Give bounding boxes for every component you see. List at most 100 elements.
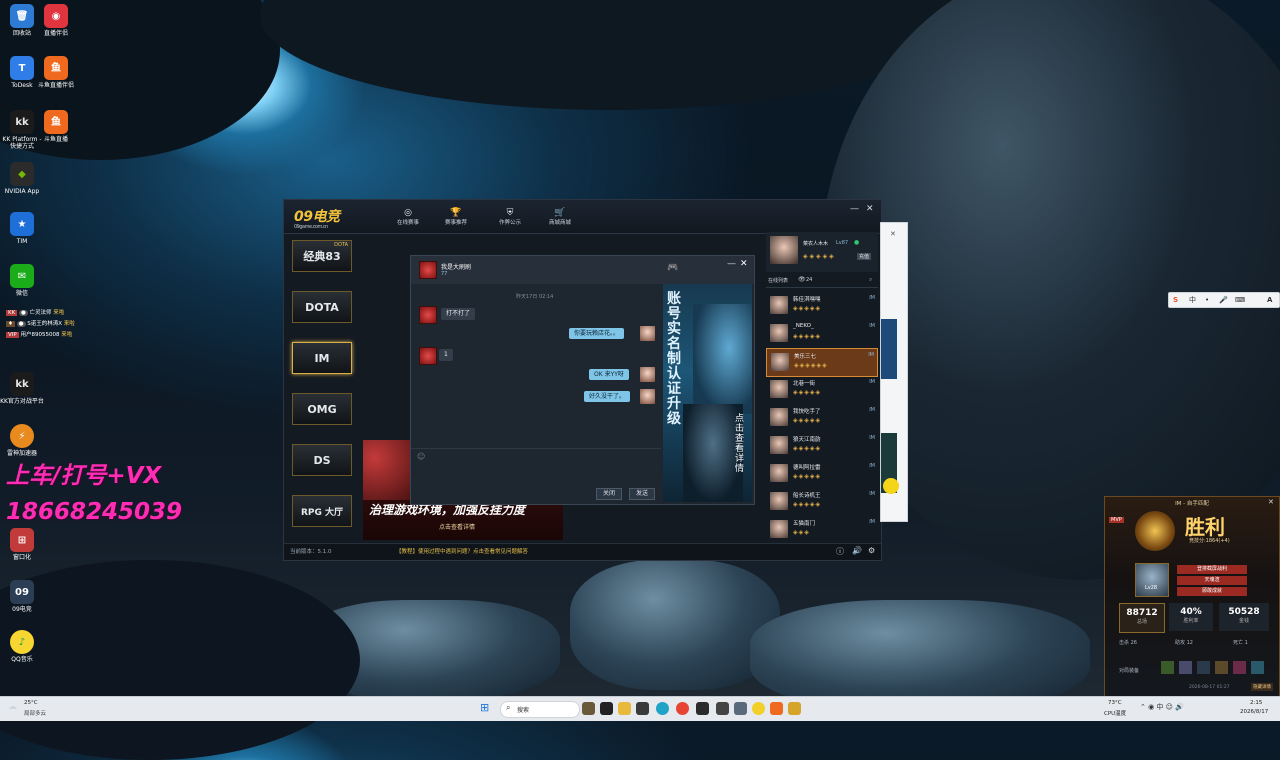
friend-row[interactable]: 北巷一街 ◈◈◈◈◈ IM <box>766 376 878 403</box>
clock-time[interactable]: 2:15 <box>1250 700 1262 706</box>
desktop-icon-qqmusic[interactable]: ♪ QQ音乐 <box>0 630 44 663</box>
ai-icon[interactable]: A <box>1267 293 1272 307</box>
search-icon[interactable]: ⌕ <box>869 276 872 284</box>
item-icon <box>1215 661 1228 674</box>
friend-row-selected[interactable]: 美乐三七 ◈◈◈◈◈◈ IM <box>766 348 878 377</box>
file-explorer-icon[interactable] <box>618 702 631 715</box>
settings-icon[interactable]: ⚙ <box>868 546 875 555</box>
emoji-icon[interactable]: ☺ <box>417 452 425 461</box>
nav-cheat-notice[interactable]: ⛨ 作弊公示 <box>490 208 530 226</box>
send-button[interactable]: 发送 <box>629 488 656 500</box>
online-status-icon: ● <box>854 239 860 246</box>
taskbar-app-icon[interactable] <box>582 702 595 715</box>
message-avatar <box>640 326 655 341</box>
friend-badges: ◈◈◈◈◈ <box>793 389 822 396</box>
nav-event-recommend[interactable]: 🏆 赛事推荐 <box>436 208 476 226</box>
avatar <box>770 464 788 482</box>
match-date: 2026-08-17 01:27 <box>1189 685 1230 690</box>
close-icon[interactable]: ✕ <box>1268 498 1274 506</box>
nav-shop[interactable]: 🛒 商城商城 <box>540 208 580 226</box>
ime-chinese-toggle[interactable]: 中 <box>1189 293 1196 307</box>
chat-close-icon[interactable]: ✕ <box>740 259 748 269</box>
tim-icon: ★ <box>10 212 34 236</box>
desktop-icon-tim[interactable]: ★ TIM <box>0 212 44 245</box>
desktop-icon-wechat[interactable]: ✉ 微信 <box>0 264 44 297</box>
taskbar-app-icon[interactable] <box>752 702 765 715</box>
chrome-icon[interactable] <box>676 702 689 715</box>
item-icon <box>1161 661 1174 674</box>
item-icon <box>1179 661 1192 674</box>
taskbar: ☁ 25°C 局部多云 ⊞ ⌕ 搜索 73°C CPU温度 ⌃ ◉ 中 ☺ 🔊 … <box>0 696 1280 721</box>
friend-row[interactable]: 五猫南门 ◈◈◈ IM <box>766 516 878 543</box>
user-avatar[interactable] <box>770 236 798 264</box>
message-bubble-left: 1 <box>439 349 453 361</box>
desktop-icon-douyu-companion[interactable]: 鱼斗鱼直播伴侣 <box>34 56 78 89</box>
hide-details-button[interactable]: 隐藏详情 <box>1251 683 1273 691</box>
game-button-dota[interactable]: DOTA <box>292 291 352 323</box>
close-icon[interactable]: ✕ <box>890 230 896 238</box>
background-window-edge: ✕ <box>880 222 908 522</box>
game-button-rpg[interactable]: RPG 大厅 <box>292 495 352 527</box>
ime-toolbar[interactable]: S 中 • 🎤 ⌨ A <box>1168 292 1280 308</box>
friend-row[interactable]: 我快吃手了 ◈◈◈◈◈ IM <box>766 404 878 431</box>
item-icon <box>1197 661 1210 674</box>
gamepad-icon[interactable]: 🎮 <box>667 263 678 273</box>
douyu-taskbar-icon[interactable] <box>770 702 783 715</box>
action-button[interactable]: 登排截屏战利 <box>1177 565 1247 574</box>
game-button-classic83[interactable]: DOTA 经典83 <box>292 240 352 272</box>
start-icon[interactable]: ⊞ <box>480 701 489 714</box>
close-button[interactable]: 关闭 <box>596 488 623 500</box>
sogou-icon[interactable]: S <box>1173 293 1178 307</box>
friend-row[interactable]: 德叫阿拉雷 ◈◈◈◈◈ IM <box>766 460 878 487</box>
action-button[interactable]: 天魂渲 <box>1177 576 1247 585</box>
friend-row[interactable]: 狼天江南韵 ◈◈◈◈◈ IM <box>766 432 878 459</box>
edge-icon[interactable] <box>656 702 669 715</box>
weather-icon: ☁ <box>8 702 17 712</box>
taskbar-app-icon[interactable] <box>716 702 729 715</box>
friend-row[interactable]: 韩佳淇嘿嘿 ◈◈◈◈◈ IM <box>766 292 878 319</box>
ime-punctuation-icon[interactable]: • <box>1205 293 1209 307</box>
chat-side-ad[interactable]: 账号实名制认证升级 点击查看详情 <box>663 284 752 502</box>
friend-badges: ◈◈◈◈◈ <box>793 333 822 340</box>
trophy-icon: 🏆 <box>450 208 462 218</box>
desktop-icon-09game[interactable]: 09 09电竞 <box>0 580 44 613</box>
minimize-icon[interactable]: — <box>850 204 859 214</box>
mini-stat: 死亡 1 <box>1233 640 1248 646</box>
taskbar-app-icon[interactable] <box>788 702 801 715</box>
game-button-im[interactable]: IM <box>292 342 352 374</box>
info-icon[interactable]: ⓘ <box>836 546 844 557</box>
close-icon[interactable]: ✕ <box>866 204 874 214</box>
game-button-omg[interactable]: OMG <box>292 393 352 425</box>
version-label: 当前版本：5.1.0 <box>290 549 332 555</box>
chat-input[interactable] <box>411 448 661 504</box>
tray-icons[interactable]: ⌃ ◉ 中 ☺ 🔊 <box>1140 702 1184 712</box>
tab-online-list[interactable]: 在线列表 <box>768 277 788 284</box>
desktop-icon-nvidia[interactable]: ◆ NVIDIA App <box>0 162 44 195</box>
friend-row[interactable]: _NEKO_ ◈◈◈◈◈ IM <box>766 320 878 347</box>
friend-row[interactable]: 船长诗机王 ◈◈◈◈◈ IM <box>766 488 878 515</box>
item-icon <box>1233 661 1246 674</box>
desktop-icon-leishen[interactable]: ⚡ 雷神加速器 <box>0 424 44 457</box>
taskbar-app-icon[interactable] <box>696 702 709 715</box>
friend-badges: ◈◈◈◈◈ <box>793 445 822 452</box>
desktop-icon-window-mode[interactable]: ⊞ 窗口化 <box>0 528 44 561</box>
nav-online-events[interactable]: ◎ 在线赛事 <box>388 208 428 226</box>
chat-minimize-icon[interactable]: — <box>727 259 736 269</box>
action-button[interactable]: 顾敢成就 <box>1177 587 1247 596</box>
user-profile: 菜农人木木 Lv87 ● ◈ ◈ ◈ ◈ ◈ 充值 <box>766 232 878 272</box>
desktop-icon-douyu-live[interactable]: 鱼斗鱼直播 <box>34 110 78 143</box>
keyboard-icon[interactable]: ⌨ <box>1235 293 1245 307</box>
tutorial-notice[interactable]: 【教程】使用过程中遇到问题？点击查看常见问题解答 <box>396 547 528 555</box>
desktop-icon-live-companion[interactable]: ◉ 直播伴侣 <box>34 4 78 37</box>
taskbar-app-icon[interactable] <box>636 702 649 715</box>
microphone-icon[interactable]: 🎤 <box>1219 293 1228 307</box>
volume-icon[interactable]: 🔊 <box>852 546 862 555</box>
taskview-icon[interactable] <box>600 702 613 715</box>
recharge-button[interactable]: 充值 <box>857 253 872 260</box>
desktop-icon-kk-official[interactable]: kk KK官方对战平台 <box>0 372 44 405</box>
app-logo: 09电竞 09game.com.cn <box>294 209 340 230</box>
search-box[interactable]: ⌕ 搜索 <box>500 701 580 718</box>
game-button-ds[interactable]: DS <box>292 444 352 476</box>
taskbar-app-icon[interactable] <box>734 702 747 715</box>
clock-date[interactable]: 2026/8/17 <box>1240 709 1268 715</box>
